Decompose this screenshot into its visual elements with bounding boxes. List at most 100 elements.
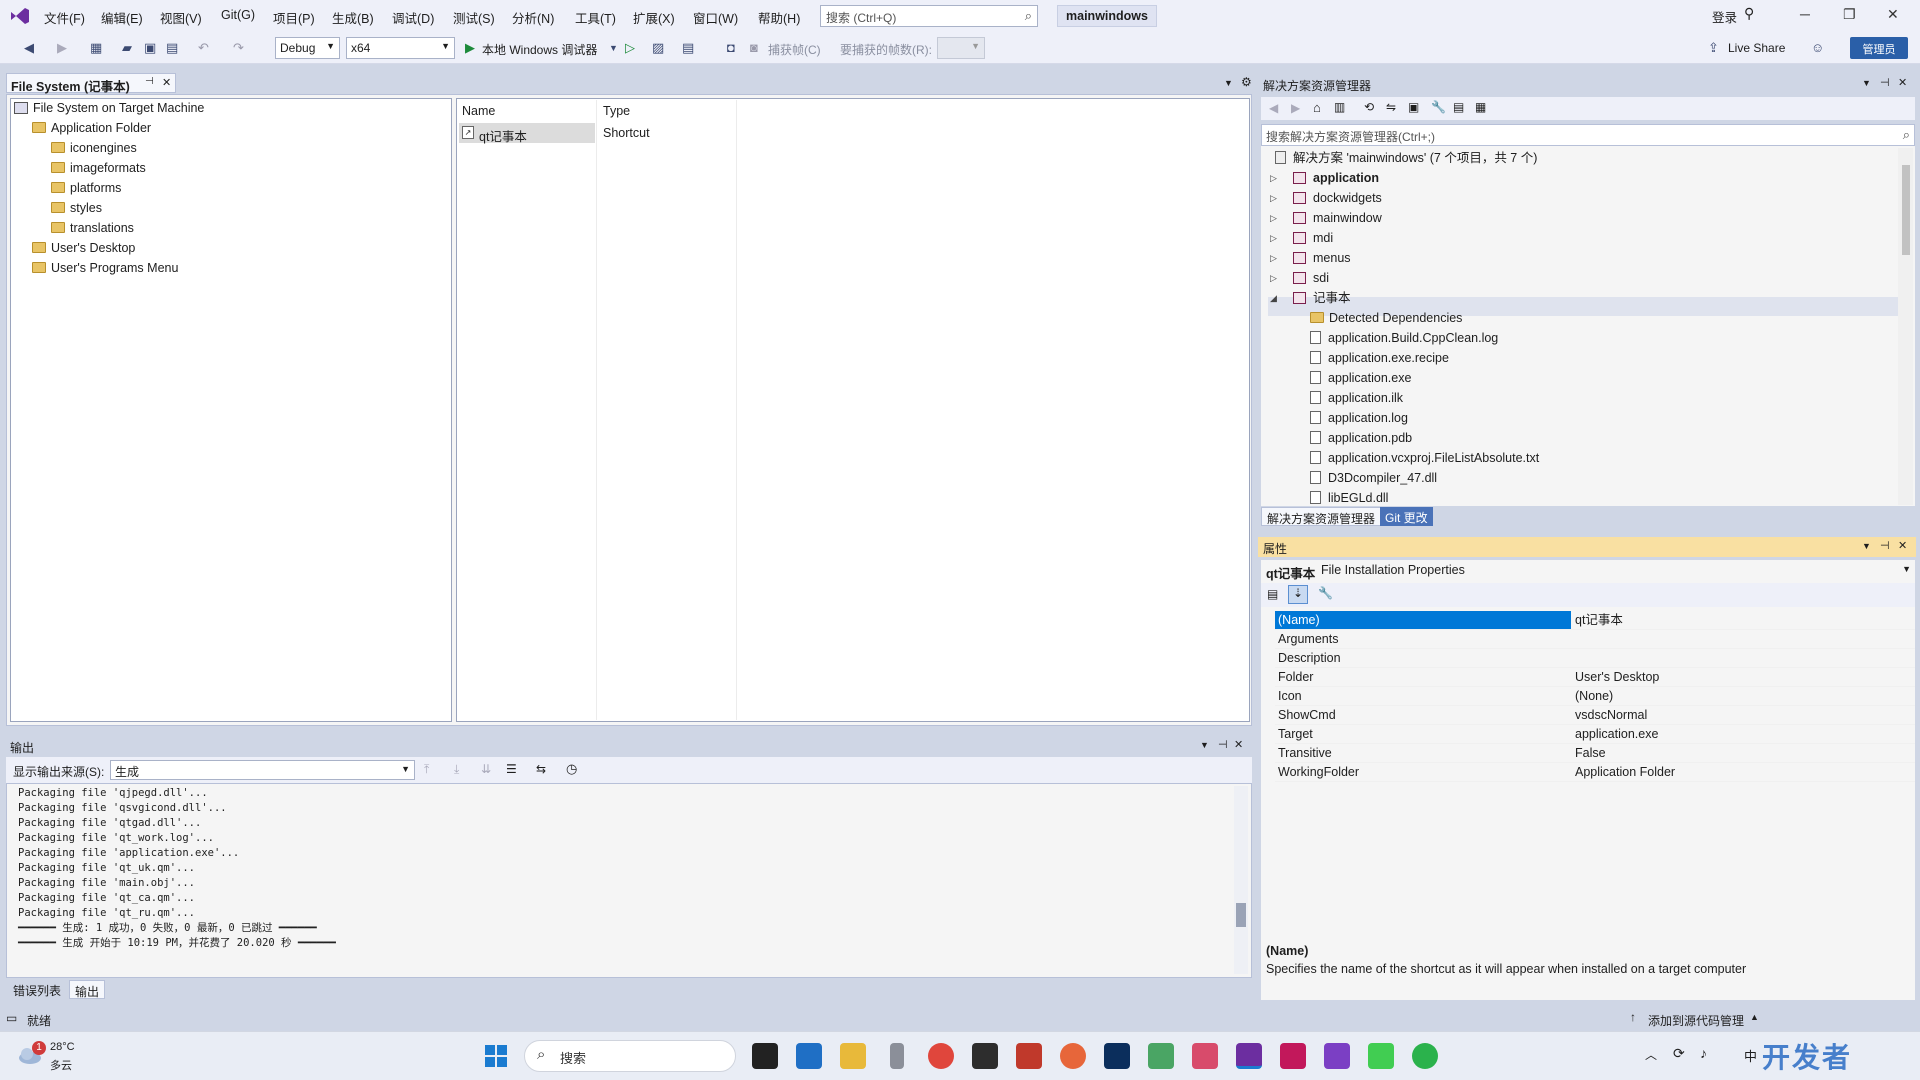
project-node[interactable]: menus (1293, 249, 1351, 268)
feedback-icon[interactable]: ☺ (1811, 40, 1824, 55)
output-source-select[interactable]: 生成 ▼ (110, 760, 415, 780)
property-row[interactable]: Description (1275, 649, 1915, 668)
qt-creator-icon[interactable] (1368, 1043, 1394, 1069)
menu-help[interactable]: 帮助(H) (758, 8, 800, 27)
wechat-icon[interactable] (1412, 1043, 1438, 1069)
layout-icon[interactable]: ▤ (682, 40, 694, 56)
property-value[interactable]: (None) (1575, 687, 1613, 706)
tree-item-users-desktop[interactable]: User's Desktop (32, 239, 135, 257)
clear-all-icon[interactable]: ☰ (506, 762, 517, 776)
output-scrollbar[interactable] (1234, 786, 1248, 974)
file-item[interactable]: application.exe.recipe (1310, 349, 1449, 368)
expand-arrow-icon[interactable]: ▷ (1270, 173, 1277, 184)
tree-item-iconengines[interactable]: iconengines (51, 139, 137, 157)
property-value[interactable]: qt记事本 (1575, 611, 1623, 630)
browse-icon[interactable]: ▨ (652, 40, 664, 56)
ime-indicator[interactable]: 中 (1744, 1046, 1757, 1065)
upload-icon[interactable]: ↑ (1630, 1010, 1636, 1024)
volume-icon[interactable]: ♪ (1700, 1045, 1707, 1061)
menu-view[interactable]: 视图(V) (160, 8, 202, 27)
close-icon[interactable]: ✕ (1887, 6, 1899, 23)
snipping-icon[interactable] (1192, 1043, 1218, 1069)
pending-changes-icon[interactable]: ⟲ (1364, 100, 1374, 114)
notepad-app-icon[interactable] (1148, 1043, 1174, 1069)
tree-item-styles[interactable]: styles (51, 199, 102, 217)
show-all-files-icon[interactable]: ▤ (1453, 100, 1464, 114)
microphone-icon[interactable] (890, 1043, 904, 1069)
pin-icon[interactable]: ⊣ (145, 76, 154, 87)
panel-dropdown-icon[interactable]: ▼ (1200, 740, 1209, 750)
platform-select[interactable]: x64 ▼ (346, 37, 455, 59)
task-view-icon[interactable] (752, 1043, 778, 1069)
tree-item-application-folder[interactable]: Application Folder (32, 119, 151, 137)
properties-wrench-icon[interactable]: 🔧 (1431, 100, 1446, 114)
obs-icon[interactable] (972, 1043, 998, 1069)
expand-arrow-icon[interactable]: ▷ (1270, 213, 1277, 224)
tab-error-list[interactable]: 错误列表 (8, 980, 67, 999)
collapse-all-icon[interactable]: ▣ (1408, 100, 1419, 114)
redo-icon[interactable]: ↷ (233, 40, 244, 56)
network-icon[interactable]: ⟳ (1673, 1045, 1685, 1062)
file-item[interactable]: application.pdb (1310, 429, 1412, 448)
close-icon[interactable]: ✕ (1234, 738, 1243, 751)
pin-icon[interactable]: ⊣ (1880, 539, 1890, 552)
property-row[interactable]: Arguments (1275, 630, 1915, 649)
restore-icon[interactable]: ❐ (1843, 6, 1856, 23)
add-to-source-control-button[interactable]: 添加到源代码管理 (1648, 1012, 1744, 1029)
tree-item-imageformats[interactable]: imageformats (51, 159, 146, 177)
project-node[interactable]: mainwindow (1293, 209, 1382, 228)
back-icon[interactable]: ◀ (1269, 101, 1278, 115)
start-without-debug-icon[interactable]: ▷ (625, 40, 635, 56)
tab-git-changes[interactable]: Git 更改 (1380, 507, 1433, 526)
solution-scrollbar[interactable] (1898, 148, 1913, 505)
search-input[interactable]: 搜索 (Ctrl+Q) ⌕ (820, 5, 1038, 27)
back-icon[interactable]: ◀ (24, 40, 34, 56)
chrome-icon[interactable] (928, 1043, 954, 1069)
photoshop-icon[interactable] (1104, 1043, 1130, 1069)
home-icon[interactable]: ⌂ (1313, 100, 1321, 115)
tab-solution-explorer[interactable]: 解决方案资源管理器 (1261, 507, 1382, 526)
minimize-icon[interactable]: ─ (1800, 6, 1810, 22)
forward-icon[interactable]: ▶ (1291, 101, 1300, 115)
new-project-icon[interactable]: ▦ (90, 40, 102, 56)
property-row[interactable]: (Name) qt记事本 (1275, 611, 1915, 630)
expand-arrow-icon[interactable]: ▷ (1270, 193, 1277, 204)
play-icon[interactable]: ▶ (465, 40, 475, 56)
tree-item-users-programs-menu[interactable]: User's Programs Menu (32, 259, 178, 277)
collapse-arrow-icon[interactable]: ◢ (1270, 293, 1277, 304)
close-tab-icon[interactable]: ✕ (162, 76, 171, 89)
file-item[interactable]: application.Build.CppClean.log (1310, 329, 1498, 348)
property-row[interactable]: Folder User's Desktop (1275, 668, 1915, 687)
categorized-icon[interactable]: ▤ (1267, 587, 1278, 601)
login-link[interactable]: 登录 (1712, 7, 1737, 26)
live-share-button[interactable]: Live Share (1728, 41, 1785, 55)
expand-arrow-icon[interactable]: ▷ (1270, 233, 1277, 244)
column-header-type[interactable]: Type (603, 104, 630, 118)
menu-project[interactable]: 项目(P) (273, 8, 315, 27)
dependencies-folder[interactable]: Detected Dependencies (1310, 309, 1462, 328)
taskbar-search[interactable]: ⌕ 搜索 (524, 1040, 736, 1072)
panel-dropdown-icon[interactable]: ▼ (1862, 78, 1871, 88)
visual-studio-2-icon[interactable] (1324, 1043, 1350, 1069)
chevron-up-icon[interactable]: ▲ (1750, 1012, 1759, 1022)
gear-icon[interactable]: ⚙ (1241, 75, 1252, 89)
goto-last-icon[interactable]: ⇊ (481, 762, 491, 776)
column-header-name[interactable]: Name (462, 104, 495, 118)
capture-frame-button[interactable]: 捕获帧(C) (768, 41, 821, 58)
tab-dropdown-icon[interactable]: ▼ (1224, 78, 1233, 88)
property-value[interactable]: application.exe (1575, 725, 1658, 744)
menu-git[interactable]: Git(G) (221, 8, 255, 22)
solution-search-input[interactable]: 搜索解决方案资源管理器(Ctrl+;) ⌕ (1261, 124, 1915, 146)
tab-output[interactable]: 输出 (69, 980, 106, 999)
close-icon[interactable]: ✕ (1898, 76, 1907, 89)
project-node[interactable]: dockwidgets (1293, 189, 1382, 208)
menu-test[interactable]: 测试(S) (453, 8, 495, 27)
account-icon[interactable]: ⚲ (1744, 5, 1754, 22)
preview-icon[interactable]: ▦ (1475, 100, 1486, 114)
property-value[interactable]: vsdscNormal (1575, 706, 1647, 725)
file-explorer-icon[interactable] (840, 1043, 866, 1069)
menu-window[interactable]: 窗口(W) (693, 8, 738, 27)
list-item-selected[interactable]: ↗ qt记事本 (459, 123, 595, 144)
open-icon[interactable]: ▰ (122, 40, 132, 56)
property-value[interactable]: Application Folder (1575, 763, 1675, 782)
